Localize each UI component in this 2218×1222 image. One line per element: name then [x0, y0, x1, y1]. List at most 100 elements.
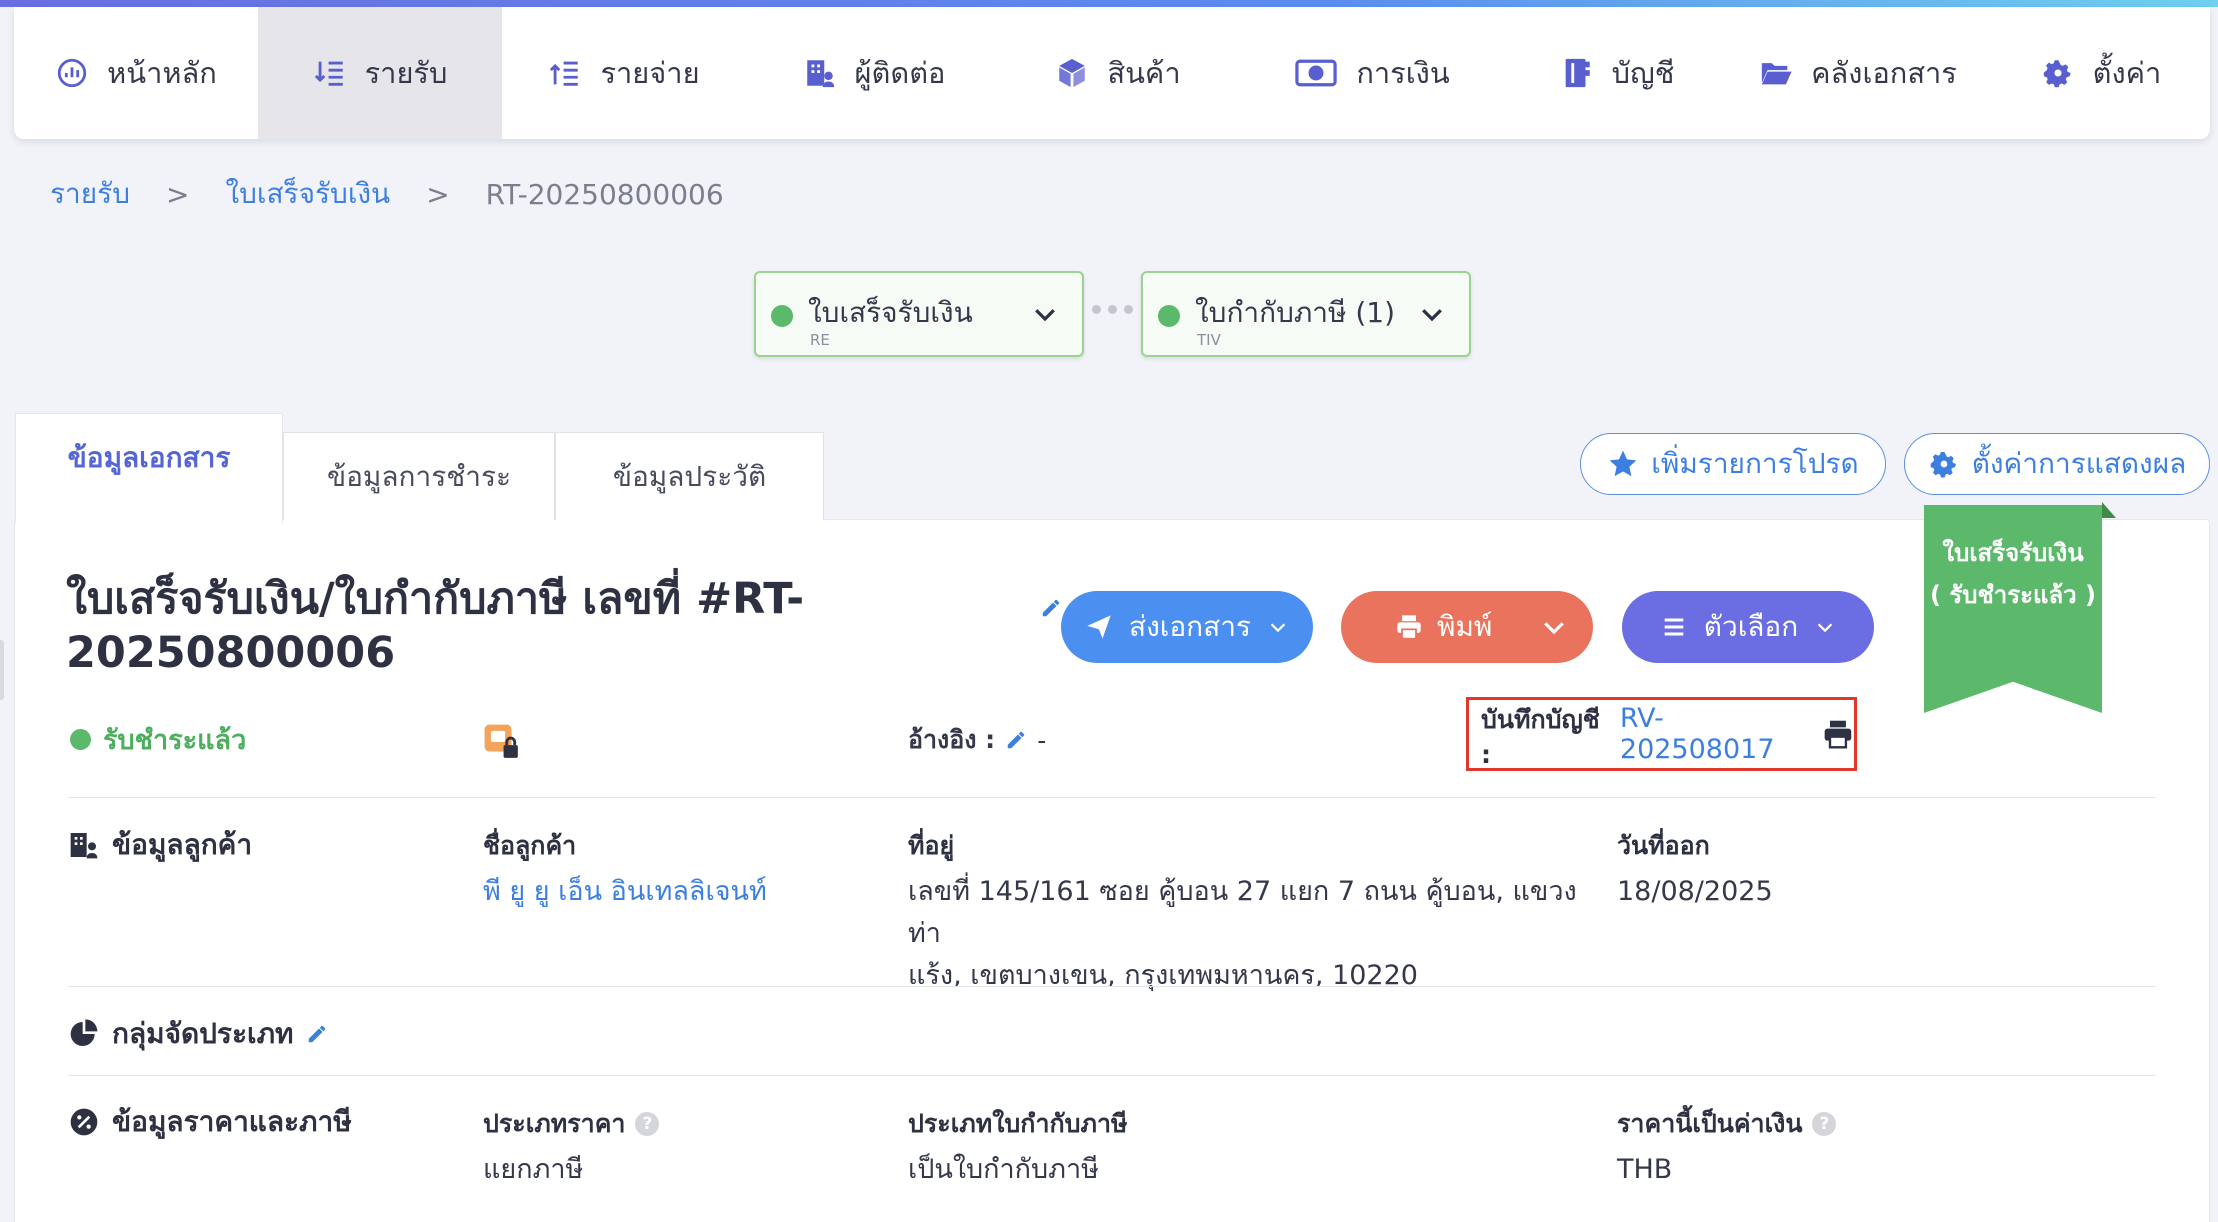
nav-label: คลังเอกสาร — [1811, 56, 1957, 90]
breadcrumb-receipt-link[interactable]: ใบเสร็จรับเงิน — [225, 172, 390, 216]
currency-field-label: ราคานี้เป็นค่าเงิน ? — [1617, 1104, 1837, 1144]
flow-doc-tax-invoice[interactable]: ใบกำกับภาษี (1) TIV — [1141, 271, 1471, 357]
issue-date-label: วันที่ออก — [1617, 831, 1710, 860]
customer-name-link[interactable]: พี ยู ยู เอ็น อินเทลลิเจนท์ — [483, 871, 767, 913]
flow-status-dot — [771, 305, 793, 327]
tab-history-info[interactable]: ข้อมูลประวัติ — [555, 432, 824, 520]
price-type-label: ประเภทราคา — [483, 1109, 626, 1138]
breadcrumb-current: RT-20250800006 — [485, 177, 724, 211]
flow-doc-code: TIV — [1197, 331, 1221, 349]
nav-item-income[interactable]: รายรับ — [258, 7, 502, 139]
chevron-down-icon — [1422, 309, 1442, 322]
customer-section-title: ข้อมูลลูกค้า — [68, 823, 252, 867]
reference-label: อ้างอิง : — [908, 725, 996, 754]
nav-label: ผู้ติดต่อ — [854, 56, 946, 90]
folder-icon — [1759, 56, 1793, 90]
flow-doc-title: ใบเสร็จรับเงิน — [808, 296, 973, 329]
printer-icon — [1397, 615, 1421, 640]
print-dropdown-chevron-icon[interactable] — [1539, 612, 1569, 642]
ledger-icon — [1560, 56, 1594, 90]
page-title-line1: ใบเสร็จรับเงิน/ใบกำกับภาษี เลขที่ #RT- — [66, 574, 805, 624]
divider — [68, 986, 2156, 987]
main-navbar: หน้าหลัก รายรับ รายจ่าย ผู้ติดต่อ สินค้า… — [14, 7, 2210, 139]
address-value: เลขที่ 145/161 ซอย คู้บอน 27 แยก 7 ถนน ค… — [908, 871, 1588, 997]
customer-section-label: ข้อมูลลูกค้า — [112, 828, 253, 861]
tab-payment-info[interactable]: ข้อมูลการชำระ — [283, 432, 555, 520]
print-button[interactable]: พิมพ์ — [1341, 591, 1593, 663]
nav-item-documents[interactable]: คลังเอกสาร — [1724, 7, 1992, 139]
status-badge: รับชำระแล้ว — [70, 718, 246, 761]
percent-badge-icon — [70, 1108, 98, 1136]
help-icon[interactable]: ? — [635, 1112, 660, 1136]
chevron-down-icon — [1035, 309, 1055, 322]
page-title-line2: 20250800006 — [66, 628, 396, 678]
send-document-button[interactable]: ส่งเอกสาร — [1061, 591, 1313, 663]
edit-category-pencil-icon[interactable] — [306, 1023, 328, 1045]
ribbon-line2: ( รับชำระแล้ว ) — [1930, 581, 2096, 609]
expense-icon — [548, 56, 582, 90]
status-dot — [70, 729, 91, 750]
tax-invoice-type-label: ประเภทใบกำกับภาษี — [908, 1109, 1128, 1138]
top-accent-strip — [0, 0, 2218, 7]
tax-invoice-type-value: เป็นใบกำกับภาษี — [908, 1154, 1099, 1185]
nav-item-products[interactable]: สินค้า — [1002, 7, 1234, 139]
nav-label: ตั้งค่า — [2092, 56, 2162, 90]
flow-doc-receipt[interactable]: ใบเสร็จรับเงิน RE — [754, 271, 1084, 357]
nav-item-contacts[interactable]: ผู้ติดต่อ — [746, 7, 1002, 139]
pricing-section-label: ข้อมูลราคาและภาษี — [112, 1105, 352, 1138]
divider — [68, 797, 2156, 798]
gear-icon — [1930, 452, 1956, 478]
reference-field: อ้างอิง : - — [908, 720, 1046, 760]
nav-label: รายจ่าย — [600, 56, 700, 90]
breadcrumb-income-link[interactable]: รายรับ — [50, 172, 130, 216]
nav-item-expense[interactable]: รายจ่าย — [502, 7, 746, 139]
nav-item-settings[interactable]: ตั้งค่า — [1992, 7, 2210, 139]
customer-name-label: ชื่อลูกค้า — [483, 831, 577, 860]
edit-reference-pencil-icon[interactable] — [1005, 729, 1027, 751]
pie-chart-icon — [70, 1019, 98, 1046]
journal-entry-link[interactable]: RV-202508017 — [1620, 703, 1806, 765]
display-settings-label: ตั้งค่าการแสดงผล — [1971, 447, 2187, 480]
address-line1: เลขที่ 145/161 ซอย คู้บอน 27 แยก 7 ถนน ค… — [908, 876, 1577, 949]
building-user-icon — [70, 833, 98, 859]
ribbon-line1: ใบเสร็จรับเงิน — [1942, 539, 2084, 567]
nav-item-home[interactable]: หน้าหลัก — [14, 7, 258, 139]
paper-plane-icon — [1087, 615, 1111, 639]
add-favorite-label: เพิ่มรายการโปรด — [1651, 447, 1859, 480]
display-settings-button[interactable]: ตั้งค่าการแสดงผล — [1904, 433, 2210, 495]
nav-label: การเงิน — [1356, 56, 1450, 90]
issue-date-value: 18/08/2025 — [1617, 876, 1773, 907]
chevron-down-icon — [1270, 623, 1286, 633]
tab-document-info[interactable]: ข้อมูลเอกสาร — [15, 413, 283, 523]
reference-value: - — [1037, 725, 1047, 755]
nav-label: บัญชี — [1611, 56, 1675, 90]
pricing-section-title: ข้อมูลราคาและภาษี — [68, 1100, 352, 1144]
menu-icon — [1664, 618, 1684, 636]
flow-status-dot — [1158, 305, 1180, 327]
sidebar-edge-handle[interactable] — [0, 640, 4, 700]
send-label: ส่งเอกสาร — [1129, 610, 1251, 643]
print-label: พิมพ์ — [1437, 610, 1493, 643]
add-favorite-button[interactable]: เพิ่มรายการโปรด — [1580, 433, 1886, 495]
printer-icon[interactable] — [1822, 717, 1854, 751]
breadcrumb: รายรับ > ใบเสร็จรับเงิน > RT-20250800006 — [50, 172, 724, 216]
options-button[interactable]: ตัวเลือก — [1622, 591, 1874, 663]
nav-label: หน้าหลัก — [107, 56, 217, 90]
price-type-field-label: ประเภทราคา ? — [483, 1104, 660, 1144]
breadcrumb-separator: > — [165, 177, 190, 211]
address-line2: แร้ง, เขตบางเขน, กรุงเทพมหานคร, 10220 — [908, 960, 1418, 991]
money-icon — [1294, 56, 1338, 90]
flow-connector — [1092, 305, 1133, 314]
flow-doc-code: RE — [810, 331, 830, 349]
nav-label: สินค้า — [1107, 56, 1181, 90]
product-box-icon — [1055, 56, 1089, 90]
page-title: ใบเสร็จรับเงิน/ใบกำกับภาษี เลขที่ #RT- 2… — [66, 572, 826, 680]
flow-doc-title: ใบกำกับภาษี (1) — [1195, 296, 1396, 329]
journal-entry-field: บันทึกบัญชี : RV-202508017 — [1466, 697, 1857, 771]
help-icon[interactable]: ? — [1812, 1112, 1837, 1136]
edit-title-pencil-icon[interactable] — [1040, 597, 1062, 619]
currency-label: ราคานี้เป็นค่าเงิน — [1617, 1109, 1803, 1138]
nav-item-accounting[interactable]: บัญชี — [1510, 7, 1724, 139]
nav-item-finance[interactable]: การเงิน — [1234, 7, 1510, 139]
star-icon — [1609, 450, 1637, 477]
